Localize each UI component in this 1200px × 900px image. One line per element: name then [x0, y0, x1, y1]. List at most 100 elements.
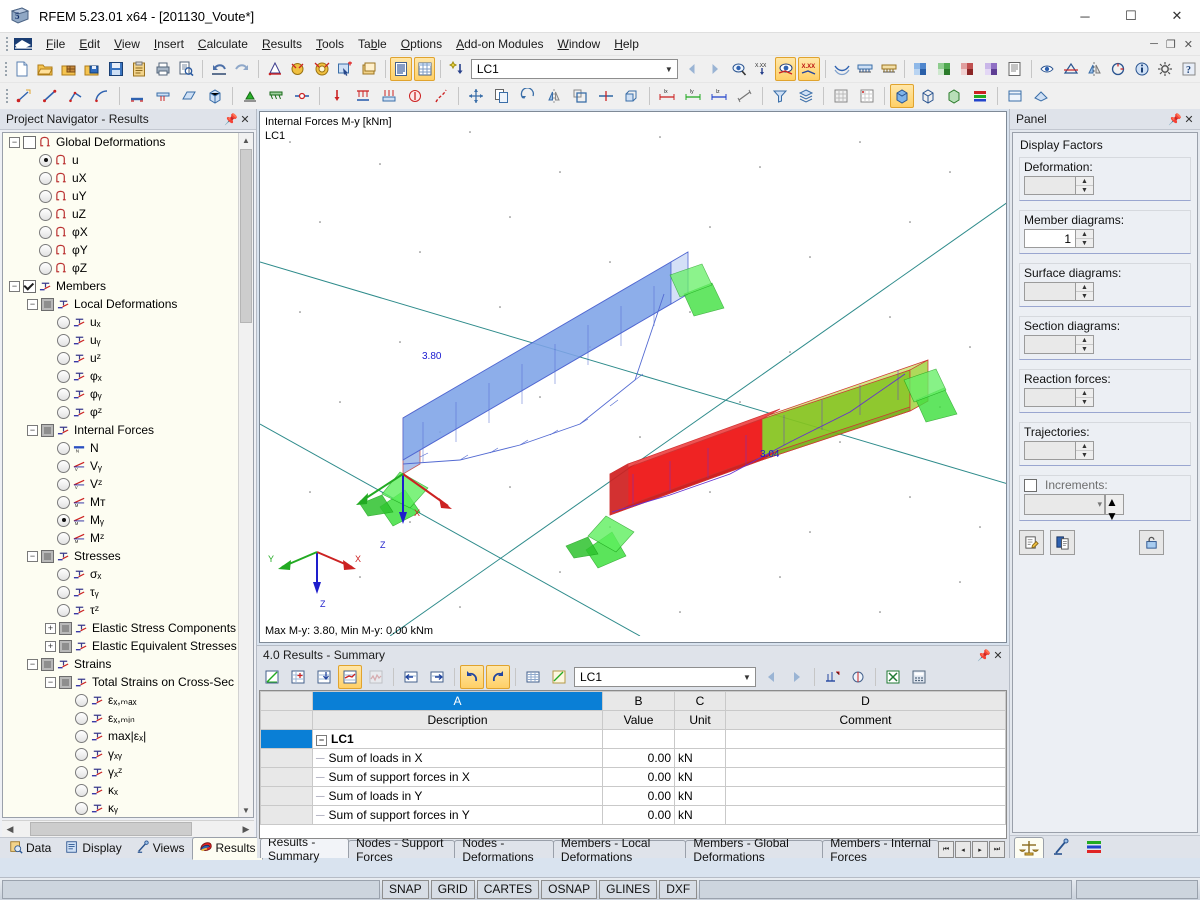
tree-item-elastic-equivalent-stresses[interactable]: + Elastic Equivalent Stresses: [3, 637, 253, 655]
cell-comment[interactable]: [725, 786, 1006, 806]
table-excel-icon[interactable]: [881, 665, 905, 689]
deformation-icon[interactable]: [831, 57, 853, 81]
group-expander-icon[interactable]: −: [316, 735, 327, 746]
checkbox-elastic-equivalent-stresses[interactable]: [59, 639, 72, 653]
table-load-case-combo[interactable]: LC1 ▼: [574, 667, 756, 687]
copy-icon[interactable]: [490, 84, 514, 108]
tree-expander-members[interactable]: −: [9, 280, 20, 292]
pin-icon[interactable]: 📌: [977, 648, 991, 662]
tree-expander-stresses[interactable]: −: [27, 550, 38, 562]
panel-tab-sections[interactable]: [1048, 837, 1076, 857]
increments-combo-spinner[interactable]: ▾ ▲ ▼: [1024, 494, 1124, 523]
tree-item-stresses[interactable]: − Stresses: [3, 547, 253, 565]
menu-insert[interactable]: Insert: [147, 35, 191, 53]
sidebar-item-results[interactable]: Results: [191, 836, 263, 860]
tree-expander-strains[interactable]: −: [27, 658, 38, 670]
radio-u[interactable]: [39, 153, 52, 167]
table-row[interactable]: ─ Sum of loads in Y 0.00 kN: [260, 786, 1006, 806]
close-icon[interactable]: ✕: [991, 648, 1005, 662]
result-diagram-icon[interactable]: [957, 57, 979, 81]
visibility-icon[interactable]: [1037, 57, 1059, 81]
pin-icon[interactable]: 📌: [224, 112, 238, 126]
row-header[interactable]: [260, 786, 313, 806]
corner-cell[interactable]: [260, 691, 313, 711]
result-values-icon[interactable]: [728, 57, 750, 81]
tab-members-global-deformations[interactable]: Members - Global Deformations: [685, 836, 824, 864]
sidebar-item-views[interactable]: Views: [129, 837, 192, 860]
tree-item-internal-forces[interactable]: − Internal Forces: [3, 421, 253, 439]
tree-item-l-uz[interactable]: uᶻ: [3, 349, 253, 367]
tree-item-eps-abs[interactable]: max|εₓ|: [3, 727, 253, 745]
mirror-copy-icon[interactable]: [542, 84, 566, 108]
cell-description[interactable]: ─ Sum of loads in X: [312, 748, 603, 768]
cell-comment[interactable]: [725, 729, 1006, 749]
radio-phix[interactable]: [39, 225, 52, 239]
navigator-vertical-scrollbar[interactable]: ▲ ▼: [238, 133, 253, 817]
field-value-member-diagrams[interactable]: 1: [1024, 229, 1075, 248]
sections-icon[interactable]: [934, 57, 956, 81]
tree-item-sigx[interactable]: σₓ: [3, 565, 253, 583]
doc-restore-button[interactable]: ❐: [1163, 38, 1179, 51]
imperfection-icon[interactable]: [429, 84, 453, 108]
cell-description[interactable]: ─ Sum of loads in Y: [312, 786, 603, 806]
spin-down-icon-section-diagrams[interactable]: ▼: [1076, 345, 1093, 353]
cell-unit[interactable]: kN: [674, 805, 726, 825]
increments-down-icon[interactable]: ▼: [1106, 509, 1123, 523]
support-reactions-icon[interactable]: [854, 57, 876, 81]
table-settings-icon[interactable]: [820, 665, 844, 689]
select-plus-icon[interactable]: [334, 57, 356, 81]
line-support-icon[interactable]: [264, 84, 288, 108]
cell-value[interactable]: 0.00: [602, 748, 675, 768]
save-package-icon[interactable]: [82, 57, 104, 81]
checkbox-global-deformations[interactable]: [23, 135, 36, 149]
status-grid[interactable]: GRID: [430, 879, 475, 899]
chevron-down-icon[interactable]: ▼: [661, 61, 677, 77]
table-import-icon[interactable]: [312, 665, 336, 689]
tree-item-phix[interactable]: φX: [3, 223, 253, 241]
cell-comment[interactable]: [725, 805, 1006, 825]
tree-item-Vy[interactable]: V Vᵧ: [3, 457, 253, 475]
tree-item-local-deformations[interactable]: − Local Deformations: [3, 295, 253, 313]
spinner-trajectories[interactable]: ▲ ▼: [1024, 441, 1094, 460]
minimize-button[interactable]: ─: [1062, 0, 1108, 32]
line-tool-icon[interactable]: [38, 84, 62, 108]
help-icon[interactable]: ?: [1178, 57, 1200, 81]
view-iso-icon[interactable]: [1029, 84, 1053, 108]
field-value-trajectories[interactable]: [1024, 441, 1075, 460]
member-load-icon[interactable]: [351, 84, 375, 108]
field-value-deformation[interactable]: [1024, 176, 1075, 195]
cell-value[interactable]: 0.00: [602, 786, 675, 806]
mirror-icon[interactable]: [1084, 57, 1106, 81]
filter-icon[interactable]: [768, 84, 792, 108]
tree-item-MT[interactable]: M Mᴛ: [3, 493, 253, 511]
solid-tool-icon[interactable]: [203, 84, 227, 108]
tab-prev-icon[interactable]: ◂: [955, 841, 971, 858]
table-insert-icon[interactable]: [286, 665, 310, 689]
menu-options[interactable]: Options: [394, 35, 449, 53]
table-grid-icon[interactable]: [413, 57, 436, 81]
spinner-reaction-forces[interactable]: ▲ ▼: [1024, 388, 1094, 407]
tree-item-ky[interactable]: κᵧ: [3, 799, 253, 817]
scroll-right-icon[interactable]: ▶: [238, 824, 254, 835]
spin-up-icon-deformation[interactable]: ▲: [1076, 177, 1093, 186]
table-redo-icon[interactable]: [486, 665, 510, 689]
spin-down-icon-trajectories[interactable]: ▼: [1076, 451, 1093, 459]
radio-uz[interactable]: [39, 207, 52, 221]
spin-down-icon-member-diagrams[interactable]: ▼: [1076, 239, 1093, 247]
table-undo-icon[interactable]: [460, 665, 484, 689]
radio-eps-max[interactable]: [75, 693, 88, 707]
prev-lc-icon[interactable]: [681, 57, 703, 81]
clipboard-icon[interactable]: [129, 57, 151, 81]
grid-snap-icon[interactable]: [829, 84, 853, 108]
radio-phiy[interactable]: [39, 243, 52, 257]
open-package-icon[interactable]: [58, 57, 80, 81]
tree-item-l-ux[interactable]: uₓ: [3, 313, 253, 331]
tree-expander-local-deformations[interactable]: −: [27, 298, 38, 310]
table-last-icon[interactable]: [785, 665, 809, 689]
free-load-icon[interactable]: [403, 84, 427, 108]
sidebar-item-data[interactable]: Data: [2, 837, 58, 860]
checkbox-strains[interactable]: [41, 657, 54, 671]
member-hinge-icon[interactable]: [290, 84, 314, 108]
checkbox-internal-forces[interactable]: [41, 423, 54, 437]
radio-Vz[interactable]: [57, 477, 70, 491]
